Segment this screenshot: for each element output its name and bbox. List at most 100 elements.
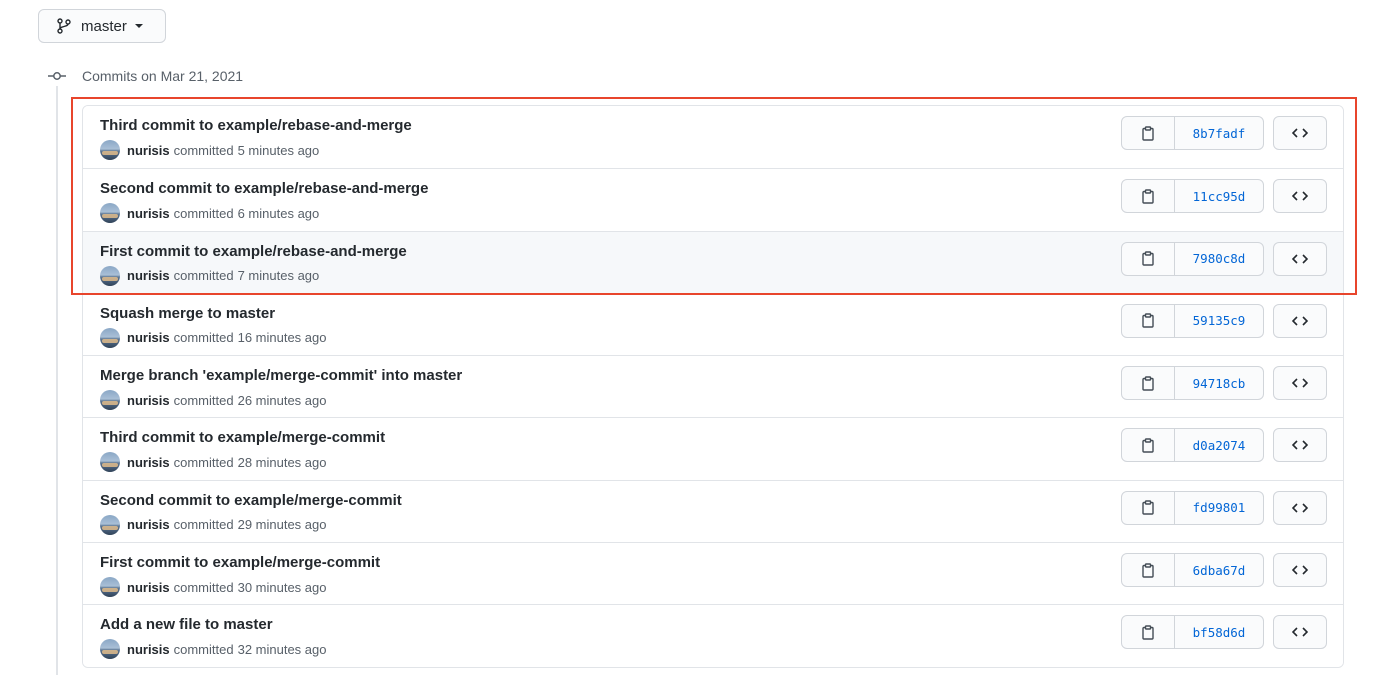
- avatar[interactable]: [100, 203, 120, 224]
- copy-sha-button[interactable]: [1122, 491, 1175, 524]
- commit-author-link[interactable]: nurisis: [127, 330, 170, 345]
- copy-sha-button[interactable]: [1122, 242, 1175, 275]
- clipboard-icon: [1142, 313, 1154, 329]
- code-icon: [1292, 627, 1308, 637]
- browse-repo-button[interactable]: [1273, 490, 1327, 525]
- commit-title-link[interactable]: Second commit to example/merge-commit: [100, 492, 402, 509]
- timeline-line: [56, 86, 58, 675]
- commit-action-text: committed: [173, 641, 234, 657]
- clipboard-icon: [1142, 375, 1154, 391]
- commit-action-text: committed: [173, 454, 234, 470]
- commit-sha-group: fd99801: [1121, 490, 1264, 525]
- clipboard-icon: [1142, 125, 1154, 141]
- copy-sha-button[interactable]: [1122, 304, 1175, 337]
- browse-repo-button[interactable]: [1273, 366, 1327, 401]
- commit-sha-link[interactable]: 8b7fadf: [1175, 117, 1263, 149]
- commit-row: Second commit to example/rebase-and-merg…: [83, 168, 1343, 231]
- commit-sha-link[interactable]: 94718cb: [1175, 367, 1263, 399]
- commits-date-heading: Commits on Mar 21, 2021: [82, 68, 244, 84]
- avatar[interactable]: [100, 265, 120, 286]
- commit-action-text: committed: [173, 330, 234, 346]
- commit-time: 32 minutes ago: [237, 641, 327, 657]
- copy-sha-button[interactable]: [1122, 367, 1175, 400]
- code-icon: [1292, 316, 1308, 326]
- commit-title-link[interactable]: Squash merge to master: [100, 305, 275, 322]
- copy-sha-button[interactable]: [1122, 616, 1175, 649]
- commit-title-link[interactable]: Second commit to example/rebase-and-merg…: [100, 180, 428, 197]
- commit-sha-link[interactable]: 6dba67d: [1175, 554, 1263, 586]
- caret-down-icon: [134, 24, 143, 28]
- commit-sha-link[interactable]: d0a2074: [1175, 429, 1263, 461]
- browse-repo-button[interactable]: [1273, 116, 1327, 150]
- commit-title-link[interactable]: First commit to example/merge-commit: [100, 554, 380, 571]
- commit-title-link[interactable]: Third commit to example/rebase-and-merge: [100, 117, 412, 134]
- commit-row: First commit to example/merge-commit nur…: [83, 542, 1343, 605]
- browse-repo-button[interactable]: [1273, 241, 1327, 276]
- commit-row: Third commit to example/merge-commit nur…: [83, 417, 1343, 480]
- browse-repo-button[interactable]: [1273, 615, 1327, 650]
- browse-repo-button[interactable]: [1273, 303, 1327, 338]
- commit-author-link[interactable]: nurisis: [127, 143, 170, 158]
- commit-author-link[interactable]: nurisis: [127, 580, 170, 595]
- commit-sha-link[interactable]: fd99801: [1175, 492, 1263, 524]
- commit-action-text: committed: [173, 268, 234, 284]
- commit-sha-group: 8b7fadf: [1121, 116, 1264, 150]
- commit-sha-link[interactable]: 11cc95d: [1175, 180, 1263, 212]
- commit-meta: nurisis committed 32 minutes ago: [100, 639, 327, 660]
- avatar[interactable]: [100, 140, 120, 160]
- commit-time: 28 minutes ago: [237, 454, 327, 470]
- avatar[interactable]: [100, 327, 120, 348]
- branch-selector-button[interactable]: master: [38, 9, 166, 43]
- commit-row: Second commit to example/merge-commit nu…: [83, 479, 1343, 543]
- commit-history-page: master Commits on Mar 21, 2021 Third com…: [0, 0, 1400, 675]
- copy-sha-button[interactable]: [1122, 554, 1175, 587]
- code-icon: [1292, 191, 1308, 201]
- avatar[interactable]: [100, 390, 120, 411]
- code-icon: [1292, 254, 1308, 264]
- commit-title-link[interactable]: Third commit to example/merge-commit: [100, 429, 385, 446]
- commit-title-link[interactable]: First commit to example/rebase-and-merge: [100, 243, 407, 260]
- commit-action-text: committed: [173, 579, 234, 595]
- commit-author-link[interactable]: nurisis: [127, 455, 170, 470]
- commit-sha-group: 11cc95d: [1121, 179, 1264, 214]
- browse-repo-button[interactable]: [1273, 428, 1327, 463]
- commit-title-link[interactable]: Merge branch 'example/merge-commit' into…: [100, 367, 462, 384]
- branch-name: master: [81, 17, 127, 35]
- commit-meta: nurisis committed 16 minutes ago: [100, 327, 327, 348]
- commit-row: Merge branch 'example/merge-commit' into…: [83, 355, 1343, 418]
- code-icon: [1292, 378, 1308, 388]
- commit-meta: nurisis committed 28 minutes ago: [100, 452, 327, 473]
- copy-sha-button[interactable]: [1122, 429, 1175, 462]
- avatar[interactable]: [100, 452, 120, 473]
- clipboard-icon: [1142, 625, 1154, 640]
- browse-repo-button[interactable]: [1273, 553, 1327, 588]
- commit-meta: nurisis committed 30 minutes ago: [100, 577, 327, 598]
- commit-author-link[interactable]: nurisis: [127, 642, 170, 657]
- commit-author-link[interactable]: nurisis: [127, 517, 170, 532]
- browse-repo-button[interactable]: [1273, 179, 1327, 214]
- avatar[interactable]: [100, 639, 120, 660]
- commit-sha-link[interactable]: 59135c9: [1175, 305, 1263, 337]
- code-icon: [1292, 128, 1308, 138]
- code-icon: [1292, 565, 1308, 575]
- avatar[interactable]: [100, 577, 120, 598]
- commit-title-link[interactable]: Add a new file to master: [100, 616, 273, 633]
- avatar[interactable]: [100, 514, 120, 535]
- commit-time: 6 minutes ago: [237, 205, 320, 221]
- commit-time: 26 minutes ago: [237, 392, 327, 408]
- commit-meta: nurisis committed 26 minutes ago: [100, 390, 327, 411]
- commit-author-link[interactable]: nurisis: [127, 393, 170, 408]
- copy-sha-button[interactable]: [1122, 117, 1175, 149]
- commit-time: 5 minutes ago: [237, 142, 320, 158]
- commit-meta: nurisis committed 29 minutes ago: [100, 514, 327, 535]
- commit-sha-link[interactable]: bf58d6d: [1175, 616, 1263, 648]
- commit-sha-link[interactable]: 7980c8d: [1175, 243, 1263, 275]
- clipboard-icon: [1142, 251, 1154, 266]
- copy-sha-button[interactable]: [1122, 180, 1175, 213]
- commit-sha-group: 6dba67d: [1121, 553, 1264, 588]
- commit-author-link[interactable]: nurisis: [127, 206, 170, 221]
- commit-time: 7 minutes ago: [237, 268, 320, 284]
- clipboard-icon: [1142, 562, 1154, 578]
- clipboard-icon: [1142, 500, 1154, 515]
- commit-author-link[interactable]: nurisis: [127, 268, 170, 283]
